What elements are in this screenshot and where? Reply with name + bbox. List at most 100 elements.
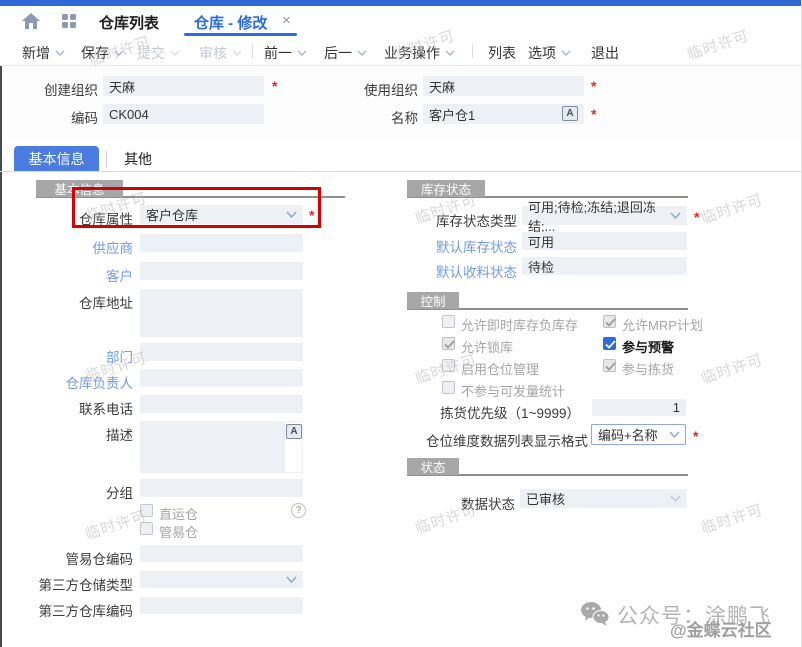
- supplier-label[interactable]: 供应商: [30, 237, 133, 257]
- customer-label[interactable]: 客户: [30, 265, 133, 285]
- apps-grid-icon[interactable]: [62, 14, 77, 29]
- home-icon[interactable]: [22, 13, 40, 29]
- address-textarea[interactable]: [140, 289, 303, 337]
- save-button[interactable]: 保存: [81, 43, 124, 63]
- group-header-status: 状态: [407, 458, 459, 475]
- name-label: 名称: [350, 107, 418, 127]
- third-party-type-select[interactable]: [140, 571, 303, 588]
- supplier-field[interactable]: [140, 234, 303, 252]
- warning-label: 参与预警: [622, 337, 674, 356]
- guanyi-label: 管易仓: [159, 522, 198, 541]
- default-stock-status-label[interactable]: 默认库存状态: [400, 236, 517, 256]
- submit-button[interactable]: 提交: [137, 43, 180, 63]
- create-org-field[interactable]: 天麻: [103, 76, 264, 96]
- phone-label: 联系电话: [30, 398, 133, 418]
- multilingual-icon[interactable]: A: [286, 424, 302, 439]
- phone-field[interactable]: [140, 395, 303, 413]
- location-display-format-select[interactable]: 编码+名称: [591, 424, 686, 445]
- tab-basic-info[interactable]: 基本信息: [14, 146, 99, 172]
- warehouse-attr-label: 仓库属性: [30, 208, 133, 228]
- default-receive-status-label[interactable]: 默认收料状态: [400, 261, 517, 281]
- no-available-stat-label: 不参与可发量统计: [461, 381, 565, 400]
- use-org-field[interactable]: 天麻: [423, 76, 584, 96]
- allow-negative-stock-checkbox[interactable]: [442, 315, 455, 328]
- prev-button[interactable]: 前一: [264, 43, 307, 63]
- picking-checkbox[interactable]: [603, 359, 616, 372]
- enable-location-label: 启用仓位管理: [461, 359, 539, 378]
- watermark: 临时许可: [698, 189, 765, 229]
- data-status-label: 数据状态: [412, 493, 515, 513]
- third-party-code-label: 第三方仓库编码: [30, 600, 133, 620]
- allow-lock-label: 允许锁库: [461, 337, 513, 356]
- grouping-label: 分组: [30, 482, 133, 502]
- default-receive-status-field[interactable]: 待检: [522, 257, 687, 275]
- stock-status-type-select[interactable]: 可用;待检;冻结;退回冻结;...: [522, 206, 687, 225]
- code-field[interactable]: CK004: [103, 104, 264, 124]
- close-tab-icon[interactable]: ×: [282, 12, 291, 29]
- manager-label[interactable]: 仓库负责人: [30, 372, 133, 392]
- required-mark: *: [272, 78, 277, 94]
- required-mark: *: [693, 428, 698, 444]
- location-display-format-label: 仓位维度数据列表显示格式: [410, 430, 588, 450]
- tab-other[interactable]: 其他: [112, 146, 164, 172]
- tab-separator: [106, 151, 107, 167]
- customer-field[interactable]: [140, 262, 303, 280]
- stock-status-type-label: 库存状态类型: [400, 210, 517, 230]
- enable-location-checkbox[interactable]: [442, 359, 455, 372]
- exit-button[interactable]: 退出: [591, 43, 619, 63]
- watermark: 临时许可: [698, 499, 765, 539]
- tab-strip-line: [0, 171, 802, 172]
- multilingual-icon[interactable]: A: [562, 106, 578, 121]
- picking-priority-label: 拣货优先级（1~9999）: [420, 402, 580, 422]
- manager-field[interactable]: [140, 369, 303, 387]
- name-field[interactable]: 客户仓1: [423, 104, 584, 124]
- options-button[interactable]: 选项: [528, 43, 571, 63]
- community-watermark-text: @金蝶云社区: [670, 616, 772, 641]
- group-header-control: 控制: [407, 292, 459, 309]
- required-mark: *: [591, 106, 596, 122]
- direct-ship-label: 直运仓: [159, 504, 198, 523]
- create-org-label: 创建组织: [30, 79, 98, 99]
- help-icon[interactable]: ?: [291, 503, 306, 518]
- tab-warehouse-edit[interactable]: 仓库 - 修改: [194, 12, 267, 33]
- wechat-icon: [580, 601, 610, 627]
- new-button[interactable]: 新增: [22, 43, 65, 63]
- picking-priority-field[interactable]: 1: [592, 399, 686, 416]
- no-available-stat-checkbox[interactable]: [442, 381, 455, 394]
- warehouse-edit-window: 仓库列表 仓库 - 修改 × 新增 保存 提交 审核 前一 后一 业务操作 列表…: [0, 0, 802, 647]
- warehouse-attr-select[interactable]: 客户仓库: [140, 205, 303, 224]
- group-header-stock-status: 库存状态: [407, 180, 485, 197]
- default-stock-status-field[interactable]: 可用: [522, 232, 687, 250]
- direct-ship-checkbox[interactable]: [140, 504, 153, 517]
- allow-mrp-checkbox[interactable]: [603, 315, 616, 328]
- picking-label: 参与拣货: [622, 359, 674, 378]
- warning-checkbox[interactable]: [603, 337, 616, 350]
- third-party-type-label: 第三方仓储类型: [30, 574, 133, 594]
- allow-lock-checkbox[interactable]: [442, 337, 455, 350]
- guanyi-checkbox[interactable]: [140, 522, 153, 535]
- group-header-basic: 基本信息: [36, 180, 123, 197]
- watermark: 临时许可: [698, 349, 765, 389]
- guanyi-code-field[interactable]: [140, 545, 303, 562]
- list-button[interactable]: 列表: [488, 43, 516, 63]
- top-tab-bar: 仓库列表 仓库 - 修改 ×: [0, 6, 802, 36]
- guanyi-code-label: 管易仓编码: [30, 548, 133, 568]
- next-button[interactable]: 后一: [324, 43, 367, 63]
- third-party-code-field[interactable]: [140, 597, 303, 614]
- tab-warehouse-list[interactable]: 仓库列表: [99, 12, 159, 33]
- grouping-field[interactable]: [140, 479, 303, 497]
- allow-mrp-label: 允许MRP计划: [622, 315, 703, 334]
- required-mark: *: [309, 207, 314, 223]
- data-status-select[interactable]: 已审核: [520, 489, 687, 508]
- toolbar-separator: [472, 44, 473, 58]
- description-textarea[interactable]: [140, 421, 303, 473]
- use-org-label: 使用组织: [350, 79, 418, 99]
- department-field[interactable]: [140, 343, 303, 361]
- address-label: 仓库地址: [30, 292, 133, 312]
- department-label[interactable]: 部门: [30, 346, 133, 366]
- toolbar: 新增 保存 提交 审核 前一 后一 业务操作 列表 选项 退出: [0, 36, 802, 66]
- code-label: 编码: [30, 107, 98, 127]
- audit-button[interactable]: 审核: [199, 43, 242, 63]
- required-mark: *: [591, 78, 596, 94]
- business-ops-button[interactable]: 业务操作: [384, 43, 455, 63]
